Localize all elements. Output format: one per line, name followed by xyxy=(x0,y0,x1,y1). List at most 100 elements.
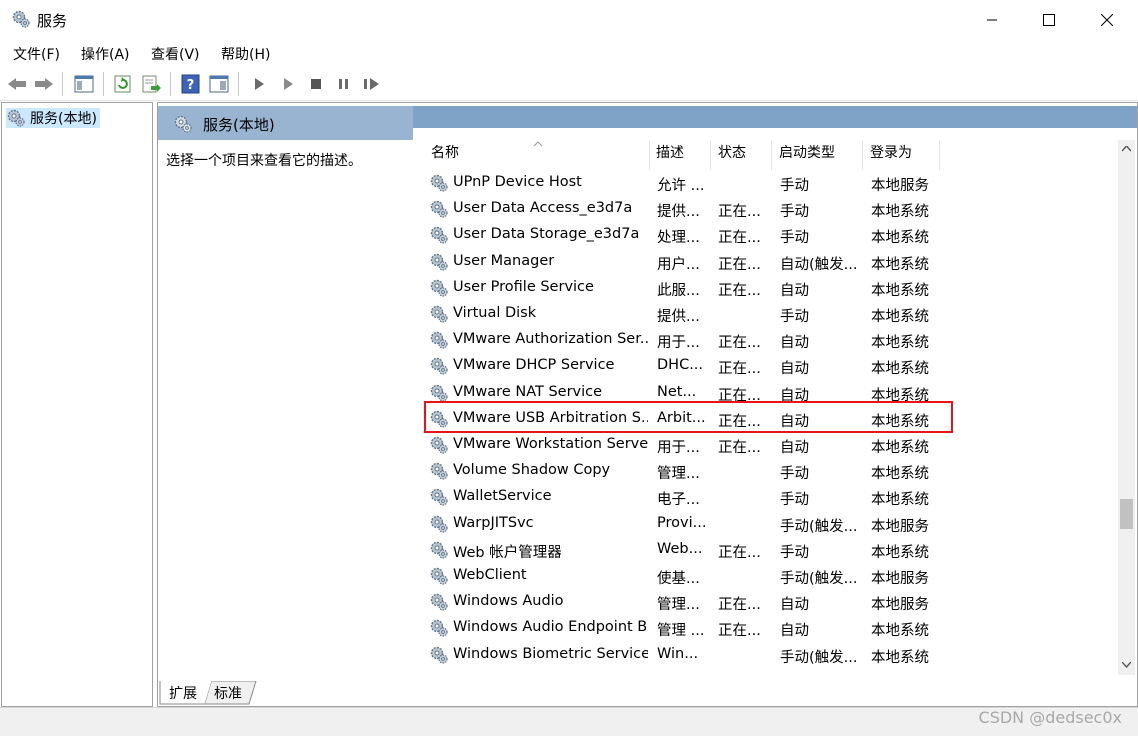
service-startup-type: 手动(触发... xyxy=(780,518,858,535)
tab-extended[interactable]: 扩展 xyxy=(169,683,197,703)
service-logon-as: 本地服务 xyxy=(871,178,929,194)
service-name: User Data Access_e3d7a xyxy=(453,200,633,217)
scroll-down-icon[interactable] xyxy=(1122,662,1131,668)
service-row[interactable]: VMware DHCP Service DHC... 正在... 自动 本地系统 xyxy=(426,353,946,379)
vertical-scrollbar[interactable] xyxy=(1118,140,1135,675)
close-button[interactable] xyxy=(1078,0,1135,40)
menu-help[interactable]: 帮助(H) xyxy=(221,44,270,64)
service-gear-icon xyxy=(430,489,448,506)
service-logon-as: 本地系统 xyxy=(871,309,929,325)
service-status: 正在... xyxy=(718,361,761,378)
service-row[interactable]: UPnP Device Host 允许 ... 手动 本地服务 xyxy=(426,170,946,196)
service-startup-type: 手动 xyxy=(780,544,809,561)
tree-item-services-local[interactable]: 服务(本地) xyxy=(6,108,100,128)
scrollbar-thumb[interactable] xyxy=(1120,499,1133,529)
service-name: Volume Shadow Copy xyxy=(453,462,611,479)
service-startup-type: 自动 xyxy=(780,361,809,378)
service-row[interactable]: WebClient 使基... 手动(触发... 本地服务 xyxy=(426,563,946,589)
service-description: Provi... xyxy=(657,514,707,531)
services-list: UPnP Device Host 允许 ... 手动 本地服务 User Data Ac… xyxy=(158,103,1118,675)
service-row[interactable]: User Profile Service 此服... 正在... 自动 本地系统 xyxy=(426,275,946,301)
tab-standard[interactable]: 标准 xyxy=(214,683,242,703)
toolbar: ? xyxy=(0,67,1138,101)
toolbar-separator xyxy=(103,72,104,96)
service-name: Web 帐户管理器 xyxy=(453,544,562,561)
service-row[interactable]: User Data Storage_e3d7a 处理... 正在... 手动 本地系统 xyxy=(426,222,946,248)
toolbar-separator xyxy=(170,72,171,96)
forward-button[interactable] xyxy=(33,73,55,95)
service-name: VMware Authorization Ser... xyxy=(453,331,648,348)
service-row[interactable]: VMware Authorization Ser... 用于... 正在... 自动 本… xyxy=(426,327,946,353)
service-logon-as: 本地系统 xyxy=(871,466,929,483)
service-row[interactable]: User Data Access_e3d7a 提供... 正在... 手动 本地系统 xyxy=(426,196,946,222)
status-bar xyxy=(0,707,1138,736)
show-console-tree-button[interactable] xyxy=(73,73,95,95)
service-gear-icon xyxy=(430,646,448,664)
service-row[interactable]: Volume Shadow Copy 管理... 手动 本地系统 xyxy=(426,458,946,484)
stop-service-button[interactable] xyxy=(305,73,327,95)
service-row[interactable]: Windows Audio Endpoint B... 管理 ... 正在... 自动… xyxy=(426,615,946,641)
service-description: 管理... xyxy=(657,597,700,614)
maximize-button[interactable] xyxy=(1020,0,1077,40)
view-tabs: 扩展 标准 xyxy=(157,681,1136,705)
service-row[interactable]: VMware Workstation Server 用于... 正在... 自动 本地系… xyxy=(426,432,946,458)
minimize-button[interactable] xyxy=(963,0,1020,40)
service-row[interactable]: Web 帐户管理器 Web... 正在... 手动 本地系统 xyxy=(426,537,946,563)
service-description: DHC... xyxy=(657,357,704,374)
service-gear-icon xyxy=(430,253,448,271)
gear-icon xyxy=(12,10,30,28)
service-gear-icon xyxy=(430,331,448,349)
pause-service-button[interactable] xyxy=(333,73,355,95)
service-startup-type: 手动 xyxy=(780,466,809,483)
service-logon-as: 本地系统 xyxy=(871,256,929,273)
close-icon xyxy=(1100,14,1113,26)
service-startup-type: 自动(触发... xyxy=(780,256,858,273)
start-service-button[interactable] xyxy=(248,73,270,95)
restart-service-button[interactable] xyxy=(361,73,383,95)
service-gear-icon xyxy=(430,358,448,375)
service-name: WarpJITSvc xyxy=(453,514,534,531)
service-logon-as: 本地系统 xyxy=(871,492,929,509)
service-status: 正在... xyxy=(718,256,761,273)
service-description: 用于... xyxy=(657,335,700,352)
service-name: Windows Audio xyxy=(453,593,564,610)
service-status: 正在... xyxy=(718,335,761,352)
service-row[interactable]: Windows Audio 管理... 正在... 自动 本地服务 xyxy=(426,589,946,615)
scroll-up-icon[interactable] xyxy=(1122,146,1131,152)
help-button[interactable]: ? xyxy=(180,73,202,95)
service-row[interactable]: WarpJITSvc Provi... 手动(触发... 本地服务 xyxy=(426,511,946,537)
service-gear-icon xyxy=(430,462,448,480)
export-list-button[interactable] xyxy=(140,73,162,95)
service-name: Virtual Disk xyxy=(453,305,537,321)
service-gear-icon xyxy=(430,384,448,402)
service-status: 正在... xyxy=(718,597,761,614)
restart-icon xyxy=(364,78,379,90)
maximize-icon xyxy=(1042,14,1055,26)
service-gear-icon xyxy=(430,227,448,244)
service-status: 正在... xyxy=(718,544,761,561)
service-description: 提供... xyxy=(657,204,700,221)
back-arrow-icon xyxy=(8,78,26,90)
start-service-alt-button[interactable] xyxy=(277,73,299,95)
console-tree-pane: 服务(本地) xyxy=(1,102,153,707)
pause-icon xyxy=(339,79,348,89)
forward-arrow-icon xyxy=(35,78,53,90)
service-row[interactable]: Windows Biometric Service Win... 手动(触发... 本… xyxy=(426,642,946,668)
properties-button[interactable] xyxy=(208,73,230,95)
service-status: 正在... xyxy=(718,204,761,221)
play-outline-icon xyxy=(284,78,293,90)
service-name: VMware DHCP Service xyxy=(453,357,615,374)
menu-view[interactable]: 查看(V) xyxy=(151,44,200,64)
service-startup-type: 自动 xyxy=(780,623,809,640)
menu-file[interactable]: 文件(F) xyxy=(13,44,60,64)
refresh-button[interactable] xyxy=(112,73,134,95)
service-gear-icon xyxy=(430,305,448,323)
service-row[interactable]: User Manager 用户... 正在... 自动(触发... 本地系统 xyxy=(426,249,946,275)
menu-action[interactable]: 操作(A) xyxy=(81,44,130,64)
back-button[interactable] xyxy=(6,73,28,95)
service-name: Windows Audio Endpoint B... xyxy=(453,619,648,636)
service-description: 处理... xyxy=(657,230,700,247)
console-tree-icon xyxy=(74,75,94,93)
service-row[interactable]: Virtual Disk 提供... 手动 本地系统 xyxy=(426,301,946,327)
service-row[interactable]: WalletService 电子... 手动 本地系统 xyxy=(426,484,946,510)
